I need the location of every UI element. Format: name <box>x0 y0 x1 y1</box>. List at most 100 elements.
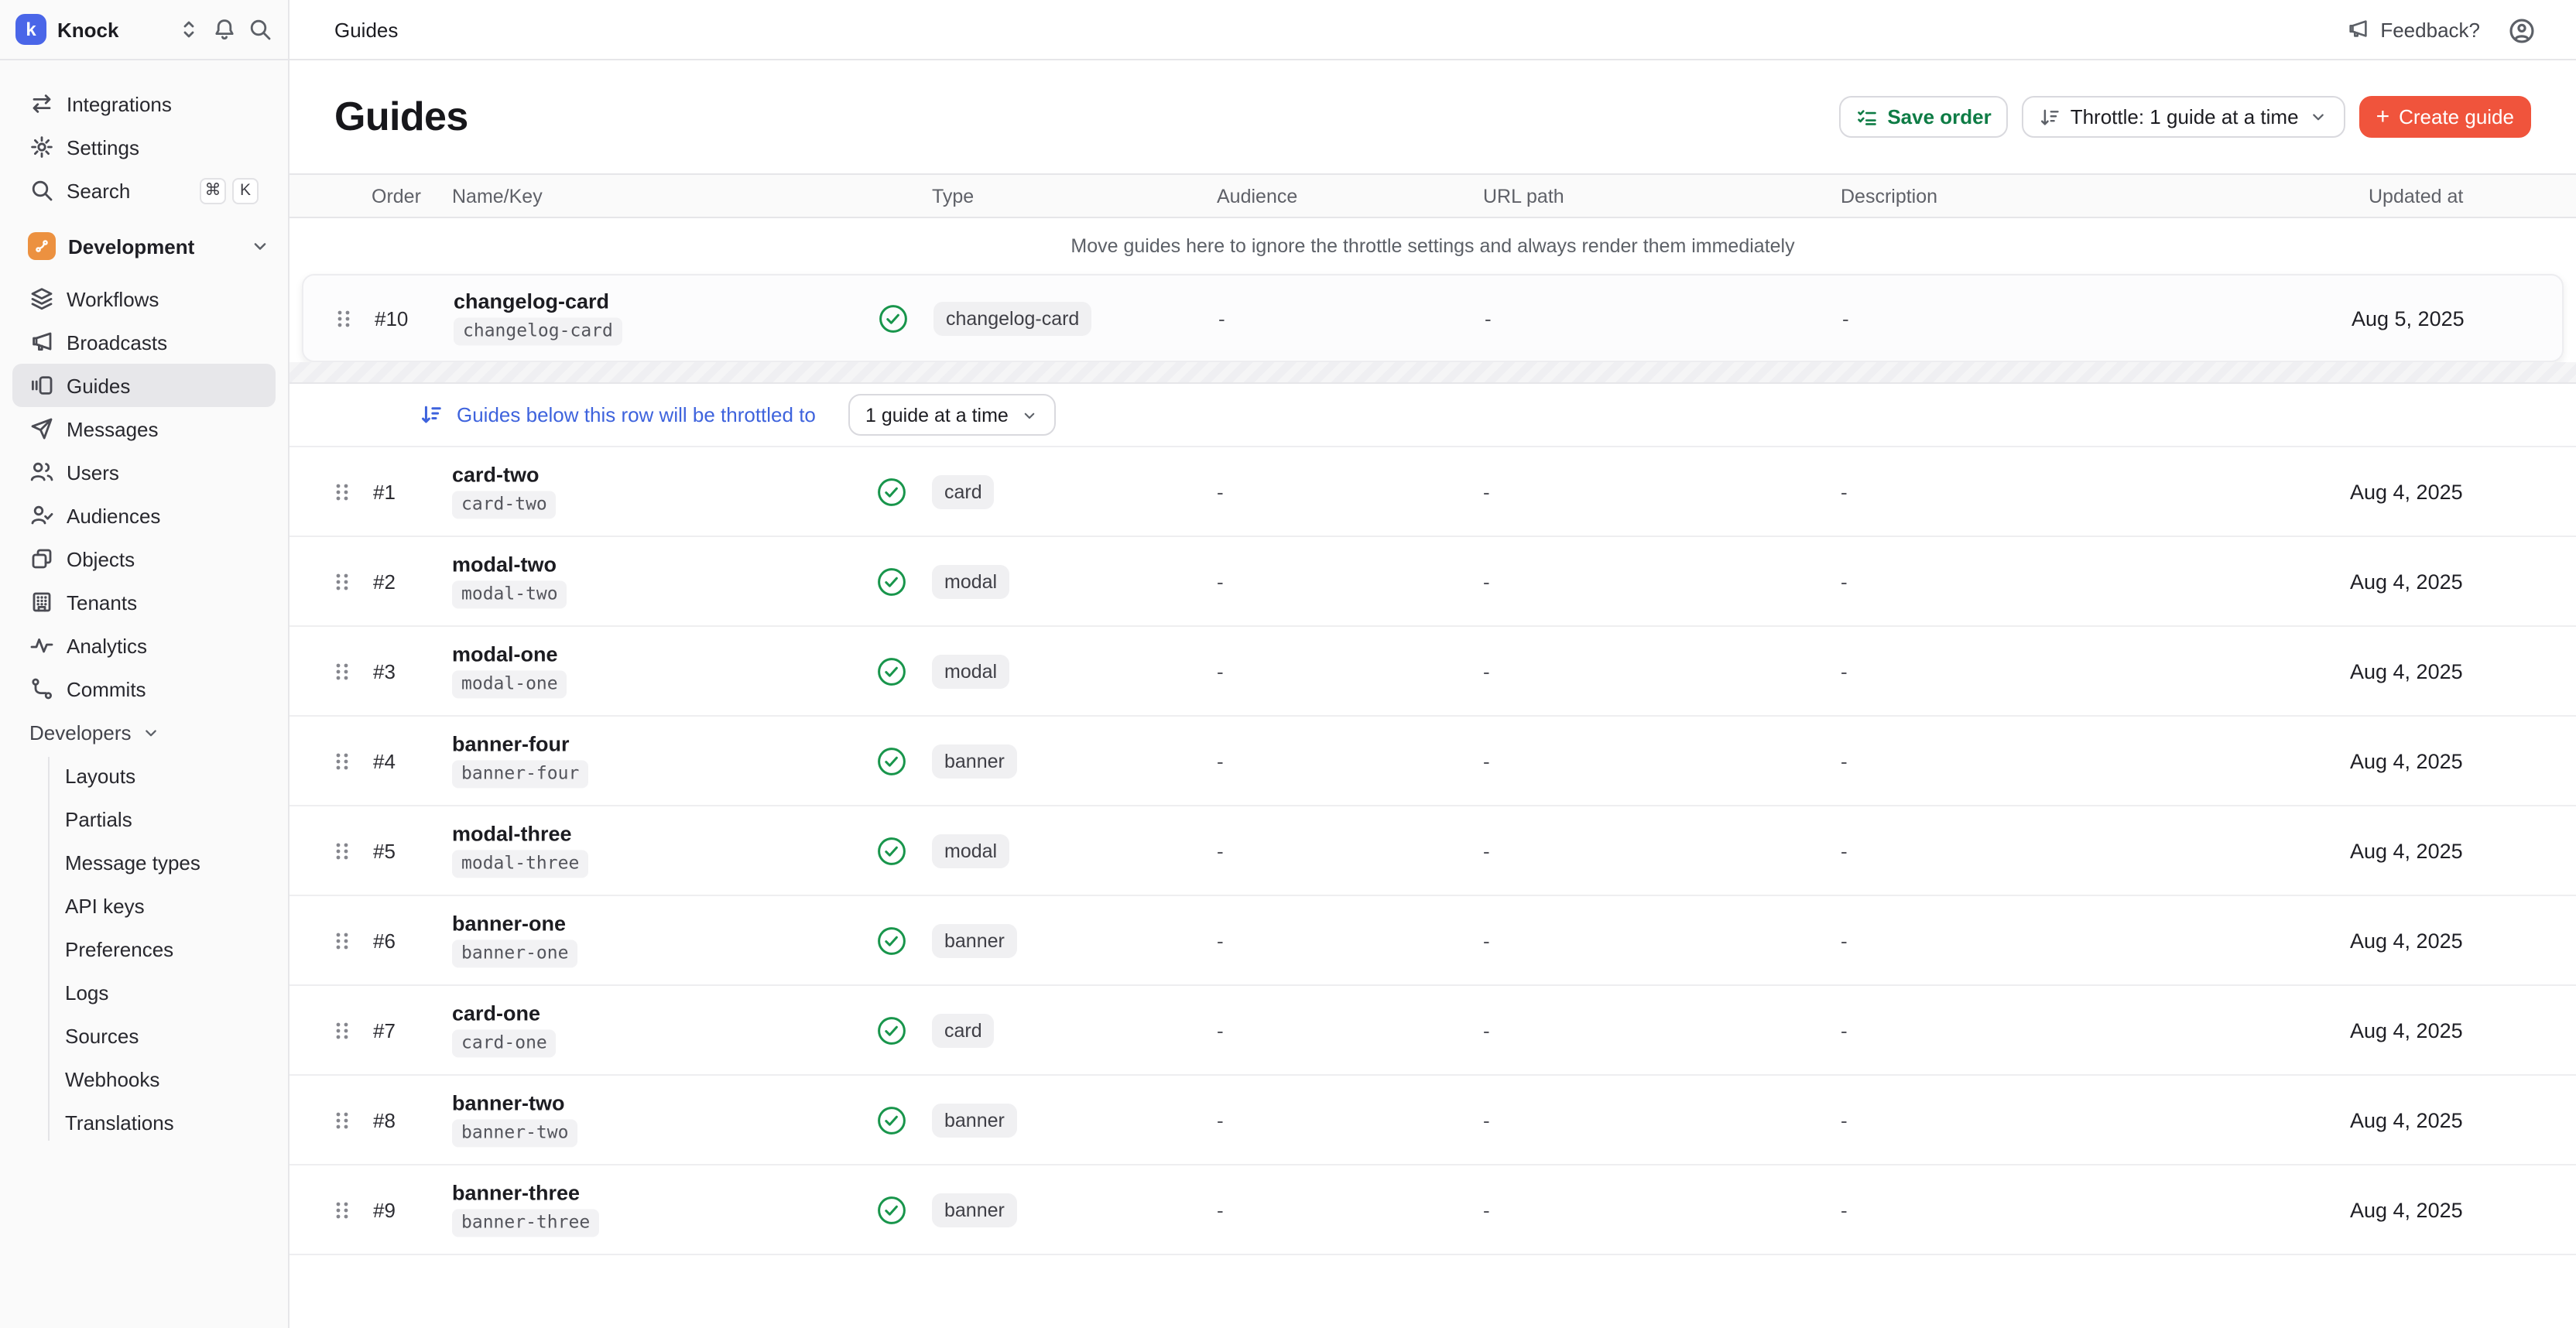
audiences-icon <box>29 503 54 528</box>
guide-name: banner-four <box>452 733 570 756</box>
sidebar-item-guides[interactable]: Guides <box>12 364 276 407</box>
drag-handle[interactable] <box>331 479 353 504</box>
guide-key: banner-one <box>452 940 578 968</box>
guide-updated-at: Aug 4, 2025 <box>2350 480 2463 503</box>
table-row[interactable]: #2 modal-two modal-two modal - - - Aug 4… <box>289 537 2576 627</box>
guide-name-key: card-one card-one <box>452 1002 557 1057</box>
users-icon <box>29 460 54 484</box>
table-header: Order Name/Key Type Audience URL path De… <box>289 173 2576 218</box>
search-icon <box>29 178 54 203</box>
sidebar-item-users[interactable]: Users <box>12 450 276 494</box>
table-row[interactable]: #8 banner-two banner-two banner - - - Au… <box>289 1076 2576 1165</box>
workspace-selector-icon[interactable] <box>176 17 201 42</box>
guide-order: #4 <box>373 749 396 772</box>
guide-type-badge: changelog-card <box>933 304 1091 332</box>
guide-order: #5 <box>373 839 396 862</box>
developers-label: Developers <box>29 720 132 744</box>
guide-description: - <box>1841 480 1848 503</box>
drag-handle[interactable] <box>331 1107 353 1132</box>
sidebar-item-audiences[interactable]: Audiences <box>12 494 276 537</box>
sidebar-item-label: Partials <box>65 807 132 830</box>
guide-url-path: - <box>1483 749 1490 772</box>
drag-handle[interactable] <box>331 1197 353 1222</box>
drag-handle[interactable] <box>331 748 353 773</box>
developers-nav: Layouts Partials Message types API keys … <box>0 754 288 1144</box>
guide-updated-at: Aug 4, 2025 <box>2350 570 2463 593</box>
table-row[interactable]: #9 banner-three banner-three banner - - … <box>289 1165 2576 1255</box>
sidebar-item-label: Webhooks <box>65 1067 159 1090</box>
throttle-count-select[interactable]: 1 guide at a time <box>848 394 1057 436</box>
sidebar-item-preferences[interactable]: Preferences <box>53 927 276 970</box>
sidebar-item-layouts[interactable]: Layouts <box>53 754 276 797</box>
notifications-bell-icon[interactable] <box>212 17 237 42</box>
guide-description: - <box>1841 570 1848 593</box>
save-order-label: Save order <box>1887 105 1991 128</box>
sidebar-item-webhooks[interactable]: Webhooks <box>53 1057 276 1100</box>
sidebar-item-messages[interactable]: Messages <box>12 407 276 450</box>
sidebar-item-label: Layouts <box>65 764 135 787</box>
drag-handle[interactable] <box>333 306 355 330</box>
table-row[interactable]: #3 modal-one modal-one modal - - - Aug 4… <box>289 627 2576 717</box>
drag-handle[interactable] <box>331 659 353 683</box>
table-row[interactable]: #6 banner-one banner-one banner - - - Au… <box>289 896 2576 986</box>
checklist-icon <box>1856 106 1878 128</box>
send-icon <box>29 416 54 441</box>
guide-key: card-two <box>452 491 557 519</box>
save-order-button[interactable]: Save order <box>1839 96 2008 138</box>
drag-handle[interactable] <box>331 1018 353 1042</box>
objects-icon <box>29 546 54 571</box>
sidebar-item-tenants[interactable]: Tenants <box>12 580 276 624</box>
guide-updated-at: Aug 4, 2025 <box>2350 1198 2463 1221</box>
create-guide-button[interactable]: + Create guide <box>2359 96 2531 138</box>
sidebar-item-settings[interactable]: Settings <box>12 125 276 169</box>
sidebar-item-broadcasts[interactable]: Broadcasts <box>12 320 276 364</box>
table-row[interactable]: #10 changelog-card changelog-card change… <box>303 276 2562 361</box>
sidebar-item-integrations[interactable]: Integrations <box>12 82 276 125</box>
guide-name-key: banner-four banner-four <box>452 733 588 788</box>
drag-handle[interactable] <box>331 928 353 953</box>
commits-icon <box>29 676 54 701</box>
chevron-down-icon <box>2308 107 2328 127</box>
guide-name-key: modal-three modal-three <box>452 823 588 878</box>
account-icon[interactable] <box>2508 17 2533 42</box>
guide-type-badge: card <box>932 477 995 505</box>
sidebar-item-analytics[interactable]: Analytics <box>12 624 276 667</box>
feedback-button[interactable]: Feedback? <box>2346 17 2480 42</box>
sort-desc-icon <box>420 403 443 426</box>
table-row[interactable]: #5 modal-three modal-three modal - - - A… <box>289 806 2576 896</box>
developers-section-toggle[interactable]: Developers <box>12 710 276 754</box>
sidebar-item-message-types[interactable]: Message types <box>53 840 276 884</box>
workspace-switcher[interactable]: k Knock <box>0 0 289 59</box>
guide-name-key: modal-one modal-one <box>452 643 567 698</box>
drag-handle[interactable] <box>331 569 353 594</box>
topbar-main: Guides Feedback? <box>289 0 2576 59</box>
guide-name-key: card-two card-two <box>452 464 557 519</box>
active-check-icon <box>876 476 907 507</box>
sidebar-item-label: Preferences <box>65 937 173 960</box>
throttle-dropdown[interactable]: Throttle: 1 guide at a time <box>2023 96 2345 138</box>
sidebar-item-workflows[interactable]: Workflows <box>12 277 276 320</box>
guide-order: #2 <box>373 570 396 593</box>
guide-order: #9 <box>373 1198 396 1221</box>
chevron-down-icon <box>141 722 161 742</box>
table-row[interactable]: #7 card-one card-one card - - - Aug 4, 2… <box>289 986 2576 1076</box>
guide-url-path: - <box>1483 659 1490 683</box>
workflows-icon <box>29 286 54 311</box>
sidebar-item-search[interactable]: Search ⌘ K <box>12 169 276 212</box>
sidebar-item-objects[interactable]: Objects <box>12 537 276 580</box>
environment-switcher-development[interactable]: Development <box>12 224 276 268</box>
active-check-icon <box>876 925 907 956</box>
search-icon[interactable] <box>248 17 272 42</box>
sidebar-item-logs[interactable]: Logs <box>53 970 276 1014</box>
table-row[interactable]: #4 banner-four banner-four banner - - - … <box>289 717 2576 806</box>
guide-updated-at: Aug 4, 2025 <box>2350 839 2463 862</box>
sidebar-item-partials[interactable]: Partials <box>53 797 276 840</box>
sidebar-item-translations[interactable]: Translations <box>53 1100 276 1144</box>
guide-description: - <box>1841 1018 1848 1042</box>
sidebar-item-commits[interactable]: Commits <box>12 667 276 710</box>
sidebar-item-api-keys[interactable]: API keys <box>53 884 276 927</box>
drag-handle[interactable] <box>331 838 353 863</box>
table-row[interactable]: #1 card-two card-two card - - - Aug 4, 2… <box>289 447 2576 537</box>
sidebar-item-sources[interactable]: Sources <box>53 1014 276 1057</box>
megaphone-icon <box>2346 17 2371 42</box>
